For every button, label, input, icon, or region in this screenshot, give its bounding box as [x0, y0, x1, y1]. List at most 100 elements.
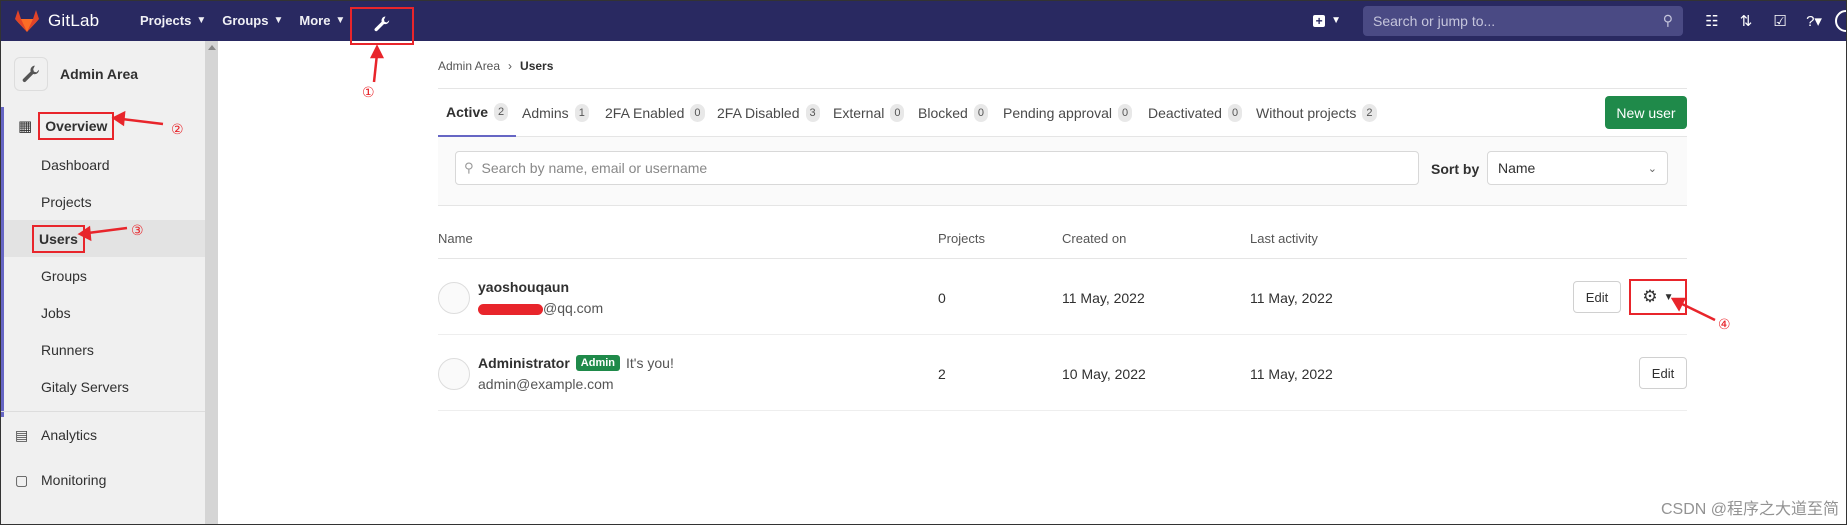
tab-label: Blocked	[918, 105, 968, 121]
chevron-down-icon: ▼	[1331, 15, 1341, 26]
chevron-down-icon: ▼	[1663, 291, 1674, 303]
annotation-arrowhead	[369, 44, 385, 59]
top-right-actions: + ▼ Search or jump to... ⚲ ☷ ⇅ ☑ ?▾	[1313, 0, 1847, 41]
sidebar-item-analytics[interactable]: ▤ Analytics	[0, 415, 205, 455]
sidebar-header[interactable]: Admin Area	[0, 49, 205, 99]
overview-grid-icon: ▦	[18, 118, 33, 135]
tab-count-badge: 2	[494, 103, 509, 121]
tab-count-badge: 0	[973, 104, 988, 122]
global-search-input[interactable]: Search or jump to... ⚲	[1363, 5, 1683, 36]
user-email: admin@example.com	[478, 376, 614, 392]
tab-count-badge: 1	[574, 104, 589, 122]
sidebar-subitem-label: Users	[32, 224, 85, 253]
edit-user-button[interactable]: Edit	[1639, 357, 1687, 389]
sidebar-subitem-jobs[interactable]: Jobs	[4, 294, 205, 331]
gitlab-home-link[interactable]: GitLab	[14, 9, 124, 33]
sort-label: Sort by	[1431, 161, 1480, 177]
sidebar-subitem-label: Gitaly Servers	[41, 378, 129, 395]
filter-bar: ⚲ Search by name, email or username Sort…	[438, 137, 1687, 206]
user-search-placeholder: Search by name, email or username	[481, 160, 708, 176]
brand-name: GitLab	[48, 10, 100, 30]
chevron-down-icon: ▼	[196, 15, 207, 26]
column-header-projects: Projects	[938, 231, 985, 246]
issues-icon[interactable]: ☷	[1695, 12, 1729, 30]
tab-2fa-disabled[interactable]: 2FA Disabled 3	[717, 89, 820, 137]
search-icon: ⚲	[1662, 12, 1673, 28]
sidebar-subitem-label: Groups	[41, 267, 87, 284]
sidebar-subitem-projects[interactable]: Projects	[4, 183, 205, 220]
sidebar-subitem-label: Dashboard	[41, 156, 110, 173]
sidebar-subitem-gitaly-servers[interactable]: Gitaly Servers	[4, 368, 205, 405]
tab-blocked[interactable]: Blocked 0	[918, 89, 988, 137]
tab-count-badge: 0	[690, 104, 705, 122]
nav-projects[interactable]: Projects ▼	[140, 13, 206, 28]
user-email: @qq.com	[478, 300, 603, 316]
breadcrumb-current: Users	[520, 59, 554, 73]
annotation-number: ④	[1718, 316, 1731, 332]
user-filter-tabs: Active 2 Admins 1 2FA Enabled 0 2FA Disable…	[438, 88, 1687, 137]
tab-2fa-enabled[interactable]: 2FA Enabled 0	[605, 89, 705, 137]
nav-groups[interactable]: Groups ▼	[222, 13, 283, 28]
tab-active[interactable]: Active 2	[438, 89, 517, 137]
sidebar-title: Admin Area	[60, 66, 139, 82]
help-icon[interactable]: ?▾	[1797, 12, 1831, 30]
tab-label: Active	[446, 104, 489, 120]
user-search-input[interactable]: ⚲ Search by name, email or username	[455, 151, 1419, 185]
user-email-suffix: @qq.com	[543, 300, 604, 316]
watermark: CSDN @程序之大道至简	[1660, 501, 1839, 518]
sidebar-subitem-groups[interactable]: Groups	[4, 257, 205, 294]
sort-select[interactable]: Name ⌄	[1487, 151, 1668, 185]
sidebar-subitem-label: Runners	[41, 341, 94, 358]
table-row: Administrator Admin It's you! admin@exam…	[438, 336, 1687, 411]
merge-requests-icon[interactable]: ⇅	[1729, 12, 1763, 30]
sidebar-item-monitoring[interactable]: ▢ Monitoring	[0, 460, 205, 500]
new-user-button[interactable]: New user	[1605, 96, 1687, 129]
chevron-down-icon: ▼	[335, 15, 346, 26]
nav-groups-label: Groups	[222, 13, 269, 28]
user-actions-dropdown[interactable]: ⚙ ▼	[1629, 279, 1687, 315]
tab-count-badge: 0	[890, 104, 905, 122]
sidebar-subitem-users[interactable]: Users	[4, 220, 205, 257]
tab-label: Deactivated	[1148, 105, 1222, 121]
sidebar-item-monitoring-label: Monitoring	[41, 472, 107, 488]
wrench-icon	[373, 15, 391, 38]
tab-label: External	[833, 105, 885, 121]
monitor-icon: ▢	[15, 471, 29, 488]
user-avatar[interactable]	[1835, 9, 1847, 32]
sidebar-divider	[0, 411, 205, 412]
tab-admins[interactable]: Admins 1	[522, 89, 589, 137]
todos-icon[interactable]: ☑	[1763, 12, 1797, 30]
tab-label: 2FA Enabled	[605, 105, 685, 121]
nav-more[interactable]: More ▼	[299, 13, 345, 28]
admin-area-button[interactable]	[350, 7, 414, 45]
user-last-activity: 11 May, 2022	[1250, 290, 1333, 306]
tab-count-badge: 0	[1117, 104, 1133, 122]
table-header: Name Projects Created on Last activity	[438, 215, 1687, 259]
tab-deactivated[interactable]: Deactivated 0	[1148, 89, 1243, 137]
user-name-link[interactable]: Administrator	[478, 355, 570, 371]
sidebar-item-analytics-label: Analytics	[41, 427, 98, 443]
sidebar-subitem-label: Jobs	[41, 304, 71, 321]
edit-user-button[interactable]: Edit	[1573, 281, 1621, 313]
new-dropdown[interactable]: + ▼	[1313, 14, 1341, 27]
user-created-on: 11 May, 2022	[1062, 290, 1145, 306]
sidebar-scrollbar[interactable]	[205, 41, 218, 525]
avatar	[438, 358, 470, 390]
user-name-link[interactable]: yaoshouqaun	[478, 279, 569, 295]
user-created-on: 10 May, 2022	[1062, 366, 1146, 382]
annotation-number: ③	[131, 222, 144, 238]
tab-label: Pending approval	[1003, 105, 1112, 121]
avatar	[438, 282, 470, 314]
chevron-down-icon: ⌄	[1647, 162, 1657, 175]
tab-external[interactable]: External 0	[833, 89, 905, 137]
nav-more-label: More	[299, 13, 331, 28]
column-header-last-activity: Last activity	[1250, 231, 1318, 246]
tab-without-projects[interactable]: Without projects 2	[1256, 89, 1377, 137]
top-navbar: GitLab Projects ▼ Groups ▼ More ▼ + ▼ Se…	[0, 0, 1847, 45]
sidebar-subitem-runners[interactable]: Runners	[4, 331, 205, 368]
admin-badge: Admin	[575, 355, 621, 371]
tab-pending-approval[interactable]: Pending approval 0	[1003, 89, 1133, 137]
chart-icon: ▤	[15, 426, 29, 443]
breadcrumb-root[interactable]: Admin Area	[438, 59, 500, 73]
sidebar-subitem-dashboard[interactable]: Dashboard	[4, 146, 205, 183]
